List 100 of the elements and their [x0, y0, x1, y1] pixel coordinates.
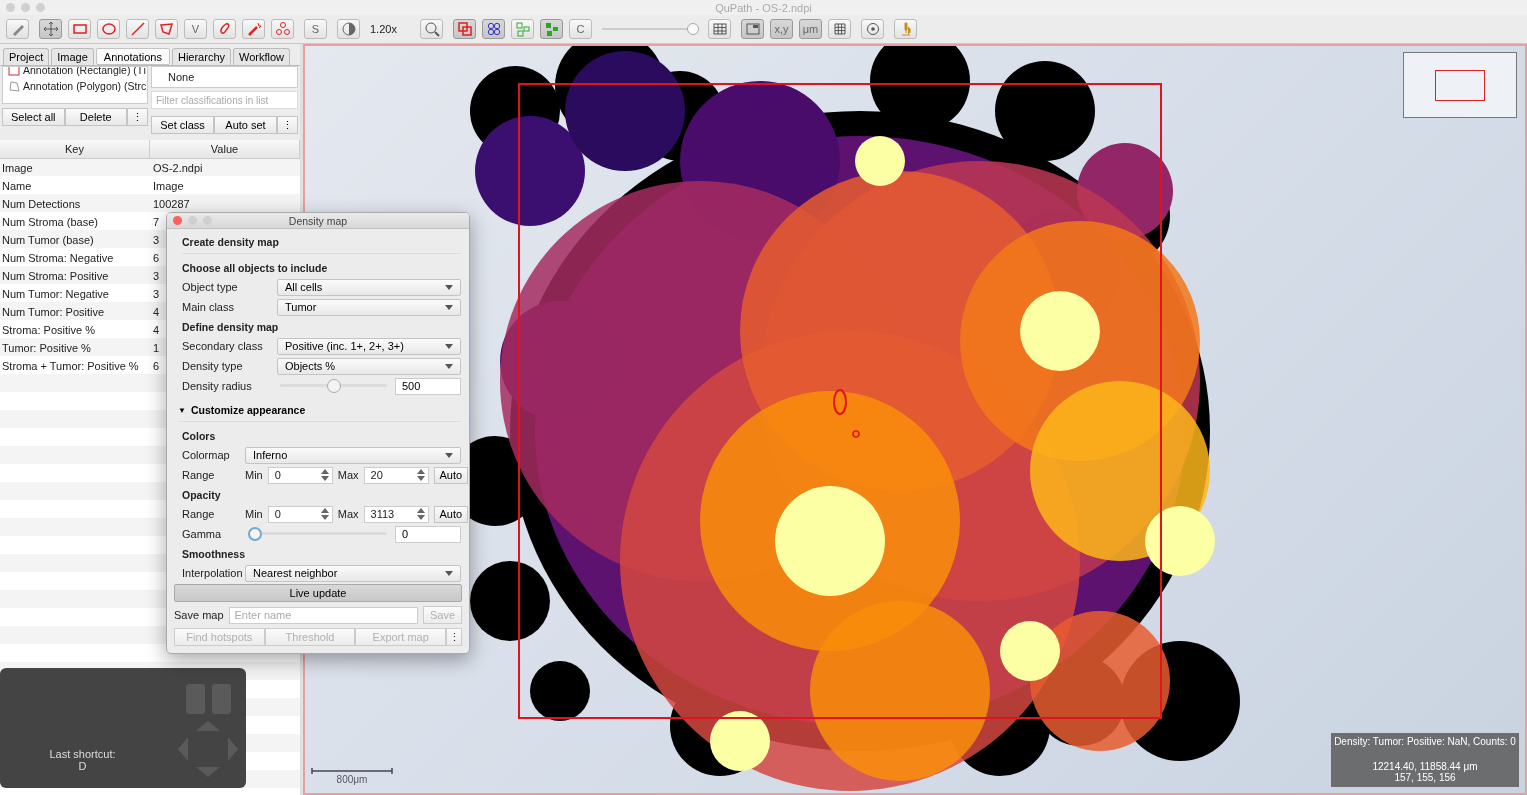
filter-field[interactable]: Filter classifications in list — [151, 91, 298, 109]
toolbar-button[interactable]: V — [184, 19, 207, 39]
detections-tool-button[interactable] — [511, 19, 534, 39]
section-expander[interactable]: ▼ Customize appearance — [178, 404, 306, 416]
spinner-field[interactable]: 0 — [267, 466, 333, 484]
panel-button[interactable]: Delete — [64, 108, 127, 126]
target-tool-button[interactable] — [861, 19, 884, 39]
spinner-field[interactable]: 20 — [363, 466, 429, 484]
field-label: Min — [245, 508, 263, 520]
slider-thumb[interactable] — [687, 23, 700, 35]
brush-tool-button[interactable] — [213, 19, 236, 39]
polygon-tool-button[interactable] — [155, 19, 178, 39]
annotation-polygon[interactable] — [852, 430, 860, 438]
tab[interactable]: Hierarchy — [171, 48, 231, 65]
panel-button[interactable]: ⋮ — [277, 116, 298, 134]
value-field[interactable]: 500 — [395, 377, 461, 395]
annotation-polygon[interactable] — [833, 389, 847, 415]
stepper-icon — [416, 508, 425, 520]
auto-button[interactable]: Auto — [433, 505, 469, 523]
stepper-icon — [416, 469, 425, 481]
toolbar-button[interactable]: C — [569, 19, 592, 39]
pencil-tool-button[interactable] — [6, 19, 29, 39]
toolbar-button[interactable]: x,y — [770, 19, 793, 39]
annotation-rectangle[interactable] — [518, 83, 1162, 719]
close-button[interactable] — [173, 216, 182, 225]
density-region — [710, 711, 770, 771]
tab[interactable]: Image — [51, 48, 94, 65]
opacity-slider[interactable] — [602, 22, 698, 36]
panel-button[interactable]: Set class — [151, 116, 214, 134]
tma-icon — [485, 21, 502, 37]
rectangle-tool-button[interactable] — [68, 19, 91, 39]
panel-button[interactable]: Auto set — [214, 116, 277, 134]
spinner-field[interactable]: 3113 — [363, 505, 429, 523]
line-tool-button[interactable] — [126, 19, 149, 39]
annotation-item[interactable]: Annotation (Polygon) (Strc — [23, 80, 147, 92]
grid-tool-button[interactable] — [828, 19, 851, 39]
table-cell: 3 — [153, 270, 160, 282]
group-heading: Smoothness — [182, 547, 245, 560]
live-update-button[interactable]: Live update — [174, 584, 462, 602]
overview-thumbnail[interactable] — [1403, 52, 1517, 118]
dropdown[interactable]: Nearest neighbor — [245, 564, 461, 582]
tab[interactable]: Annotations — [95, 48, 170, 65]
toolbar-button[interactable]: S — [304, 19, 327, 39]
annotations-tool-button[interactable] — [453, 19, 476, 39]
dropdown[interactable]: Positive (inc. 1+, 2+, 3+) — [277, 337, 461, 355]
tab[interactable]: Project — [3, 48, 50, 65]
table-cell-text: Num Stroma (base) — [1, 216, 99, 228]
table-cell: 4 — [153, 306, 160, 318]
table-tool-button[interactable] — [708, 19, 731, 39]
column-header[interactable]: Value — [150, 140, 300, 158]
group-heading: Define density map — [182, 320, 279, 333]
field-label: Min — [245, 469, 263, 481]
table-cell-text: Num Stroma: Positive — [1, 270, 110, 282]
section-title: Create density map — [182, 236, 279, 248]
field-label: Colormap — [182, 449, 231, 461]
caret-icon — [445, 284, 453, 290]
caret-icon — [445, 363, 453, 369]
overview-tool-button[interactable] — [741, 19, 764, 39]
slider-thumb[interactable] — [326, 379, 341, 393]
ellipse-tool-button[interactable] — [97, 19, 120, 39]
dropdown[interactable]: Tumor — [277, 298, 461, 316]
spinner-field[interactable]: 0 — [267, 505, 333, 523]
wand-tool-button[interactable] — [242, 19, 265, 39]
value-field[interactable]: 0 — [395, 525, 461, 543]
slider-thumb[interactable] — [248, 527, 262, 541]
table-cell: Image — [153, 180, 184, 192]
table-cell-text: Num Tumor: Negative — [1, 288, 110, 300]
dialog-title: Density map — [288, 214, 348, 227]
table-cell-text: Num Tumor: Positive — [1, 306, 106, 318]
slider[interactable] — [280, 379, 387, 393]
move-tool-button[interactable] — [39, 19, 62, 39]
tma-tool-button[interactable] — [482, 19, 505, 39]
scale-label: 800μm — [336, 774, 368, 785]
points-icon — [274, 21, 291, 37]
fill-tool-button[interactable] — [540, 19, 563, 39]
table-cell: 3 — [153, 288, 160, 300]
column-header[interactable]: Key — [0, 140, 150, 158]
tab[interactable]: Workflow — [233, 48, 291, 65]
panel-button[interactable]: ⋮ — [127, 108, 148, 126]
dropdown[interactable]: All cells — [277, 278, 461, 296]
panel-button[interactable]: Select all — [2, 108, 65, 126]
field-label: Secondary class — [182, 340, 264, 352]
action-button[interactable]: ⋮ — [446, 628, 462, 646]
table-cell: 4 — [153, 324, 160, 336]
contrast-icon — [340, 21, 357, 37]
dropdown[interactable]: Objects % — [277, 357, 461, 375]
annotation-item[interactable]: Annotation (Rectangle) (Tı — [23, 67, 147, 76]
points-tool-button[interactable] — [271, 19, 294, 39]
toolbar-button[interactable]: μm — [799, 19, 822, 39]
zoom-tool-button[interactable] — [420, 19, 443, 39]
class-item[interactable]: None — [168, 71, 195, 83]
dropdown[interactable]: Inferno — [245, 446, 461, 464]
microscope-tool-button[interactable] — [894, 19, 917, 39]
info-text: 12214.40, 11858.44 μm — [1372, 761, 1478, 772]
auto-button[interactable]: Auto — [433, 466, 469, 484]
table-cell: 1 — [153, 342, 160, 354]
overview-icon — [744, 21, 761, 37]
rectangle-icon — [71, 21, 88, 37]
contrast-tool-button[interactable] — [337, 19, 360, 39]
slider[interactable] — [248, 527, 387, 541]
